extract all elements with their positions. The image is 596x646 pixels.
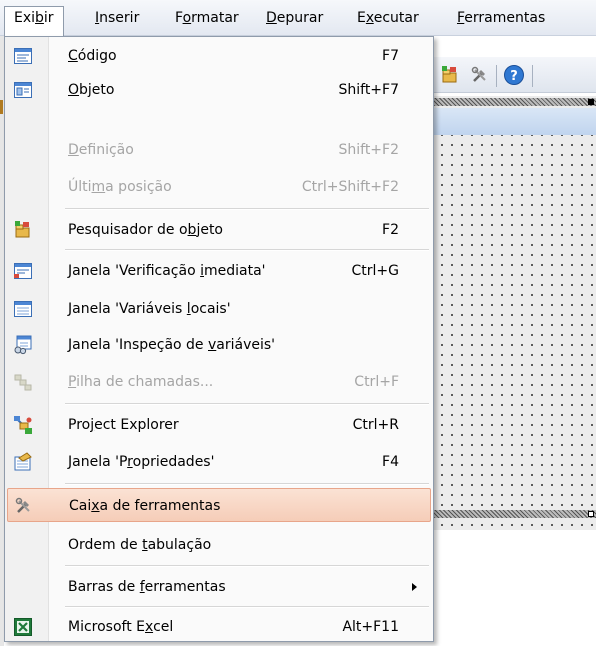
- menu-item-shortcut: Ctrl+Shift+F2: [301, 179, 399, 195]
- menu-executar-key: x: [365, 10, 374, 26]
- selection-border-top: [434, 98, 596, 106]
- menu-executar[interactable]: Executar: [348, 7, 428, 31]
- help-icon[interactable]: ?: [502, 63, 526, 87]
- menu-item-label: Janela 'Variáveis locais': [68, 301, 231, 317]
- exibir-dropdown-menu: Código F7 Objeto Shift+F7 Definição Shif…: [4, 36, 434, 642]
- menu-inserir-post: nserir: [99, 10, 140, 26]
- menu-item-label: Barras de ferramentas: [68, 579, 226, 595]
- menu-depurar[interactable]: Depurar: [257, 7, 332, 31]
- menu-item-ordem-tabulacao[interactable]: Ordem de tabulação: [7, 528, 431, 562]
- menu-item-codigo[interactable]: Código F7: [7, 39, 431, 73]
- resize-handle[interactable]: [588, 99, 594, 105]
- menu-item-label: Código: [68, 48, 117, 64]
- menu-item-pilha-chamadas[interactable]: Pilha de chamadas... Ctrl+F: [7, 365, 431, 399]
- menu-item-label: Objeto: [68, 82, 115, 98]
- menu-formatar[interactable]: Formatar: [166, 7, 248, 31]
- menu-item-label: Janela 'Verificação imediata': [68, 263, 266, 279]
- menu-item-label: Pilha de chamadas...: [68, 374, 214, 390]
- menu-item-label: Caixa de ferramentas: [69, 498, 221, 514]
- resize-handle[interactable]: [588, 511, 594, 517]
- menu-ferramentas-post: erramentas: [464, 10, 546, 26]
- menu-ferramentas[interactable]: Ferramentas: [448, 7, 554, 31]
- menu-item-label: Última posição: [68, 179, 172, 195]
- code-window-icon: [13, 46, 33, 66]
- menu-item-shortcut: F4: [382, 454, 399, 470]
- locals-window-icon: [13, 299, 33, 319]
- immediate-window-icon: [13, 261, 33, 281]
- svg-text:?: ?: [510, 69, 518, 84]
- menu-item-label: Janela 'Propriedades': [68, 454, 215, 470]
- menu-item-shortcut: Ctrl+F: [354, 374, 399, 390]
- menu-item-microsoft-excel[interactable]: Microsoft Excel Alt+F11: [7, 610, 431, 644]
- menu-item-definicao[interactable]: Definição Shift+F2: [7, 133, 431, 167]
- menu-separator: [65, 606, 429, 608]
- selection-border-bottom: [434, 510, 596, 518]
- menu-exibir-pre: Exi: [14, 10, 36, 26]
- menu-depurar-key: D: [266, 10, 277, 26]
- menu-executar-post: ecutar: [373, 10, 419, 26]
- menu-item-inspecao-variaveis[interactable]: Janela 'Inspeção de variáveis': [7, 328, 431, 362]
- call-stack-icon: [13, 372, 33, 392]
- toolbox-icon: [14, 496, 34, 516]
- properties-window-icon: [13, 452, 33, 472]
- menu-separator: [65, 565, 429, 567]
- menu-formatar-post: rmatar: [191, 10, 239, 26]
- menu-separator: [65, 403, 429, 405]
- project-explorer-icon: [13, 415, 33, 435]
- menu-item-shortcut: Shift+F2: [338, 142, 399, 158]
- menu-depurar-post: epurar: [276, 10, 324, 26]
- menu-item-propriedades[interactable]: Janela 'Propriedades' F4: [7, 445, 431, 479]
- edge-marker: [0, 100, 3, 114]
- menu-item-shortcut: Ctrl+G: [351, 263, 400, 279]
- object-window-icon: [13, 80, 33, 100]
- toolbar-separator: [496, 65, 497, 87]
- menu-item-project-explorer[interactable]: Project Explorer Ctrl+R: [7, 408, 431, 442]
- menu-item-ultima-posicao[interactable]: Última posição Ctrl+Shift+F2: [7, 170, 431, 204]
- excel-icon: [13, 617, 33, 637]
- menu-separator: [65, 483, 429, 485]
- menu-formatar-key: o: [182, 10, 192, 26]
- submenu-arrow-icon: [412, 583, 417, 591]
- menu-item-label: Pesquisador de objeto: [68, 222, 223, 238]
- form-designer[interactable]: [434, 96, 596, 530]
- menu-item-label: Project Explorer: [68, 417, 179, 433]
- menu-separator: [65, 249, 429, 251]
- menu-item-shortcut: F7: [382, 48, 399, 64]
- menu-item-variaveis-locais[interactable]: Janela 'Variáveis locais': [7, 292, 431, 326]
- object-browser-icon[interactable]: [438, 63, 462, 87]
- menu-item-label: Microsoft Excel: [68, 619, 174, 635]
- menu-item-barras-ferramentas[interactable]: Barras de ferramentas: [7, 570, 431, 604]
- menu-item-shortcut: F2: [382, 222, 399, 238]
- menu-separator: [65, 208, 429, 210]
- menu-item-shortcut: Ctrl+R: [352, 417, 399, 433]
- menu-item-pesquisador-objeto[interactable]: Pesquisador de objeto F2: [7, 213, 431, 247]
- menu-item-shortcut: Shift+F7: [338, 82, 399, 98]
- toolbox-icon[interactable]: [468, 63, 492, 87]
- menu-item-label: Ordem de tabulação: [68, 537, 212, 553]
- menu-item-verificacao-imediata[interactable]: Janela 'Verificação imediata' Ctrl+G: [7, 254, 431, 288]
- menu-exibir[interactable]: Exibir: [4, 6, 64, 36]
- menu-inserir[interactable]: Inserir: [86, 7, 148, 31]
- menu-item-shortcut: Alt+F11: [342, 619, 399, 635]
- menu-bar: Exibir Inserir Formatar Depurar Executar…: [0, 0, 596, 36]
- object-browser-icon: [13, 220, 33, 240]
- menu-item-label: Janela 'Inspeção de variáveis': [68, 337, 276, 353]
- watch-window-icon: [13, 335, 33, 355]
- menu-executar-pre: E: [357, 10, 366, 26]
- toolbar-separator: [532, 65, 533, 87]
- menu-exibir-key: b: [35, 10, 44, 26]
- menu-item-caixa-ferramentas[interactable]: Caixa de ferramentas: [7, 488, 431, 522]
- standard-toolbar: ?: [434, 57, 596, 93]
- form-title-bar: [434, 108, 596, 135]
- menu-item-label: Definição: [68, 142, 134, 158]
- menu-exibir-post: ir: [43, 10, 54, 26]
- menu-formatar-pre: F: [175, 10, 183, 26]
- menu-item-objeto[interactable]: Objeto Shift+F7: [7, 73, 431, 107]
